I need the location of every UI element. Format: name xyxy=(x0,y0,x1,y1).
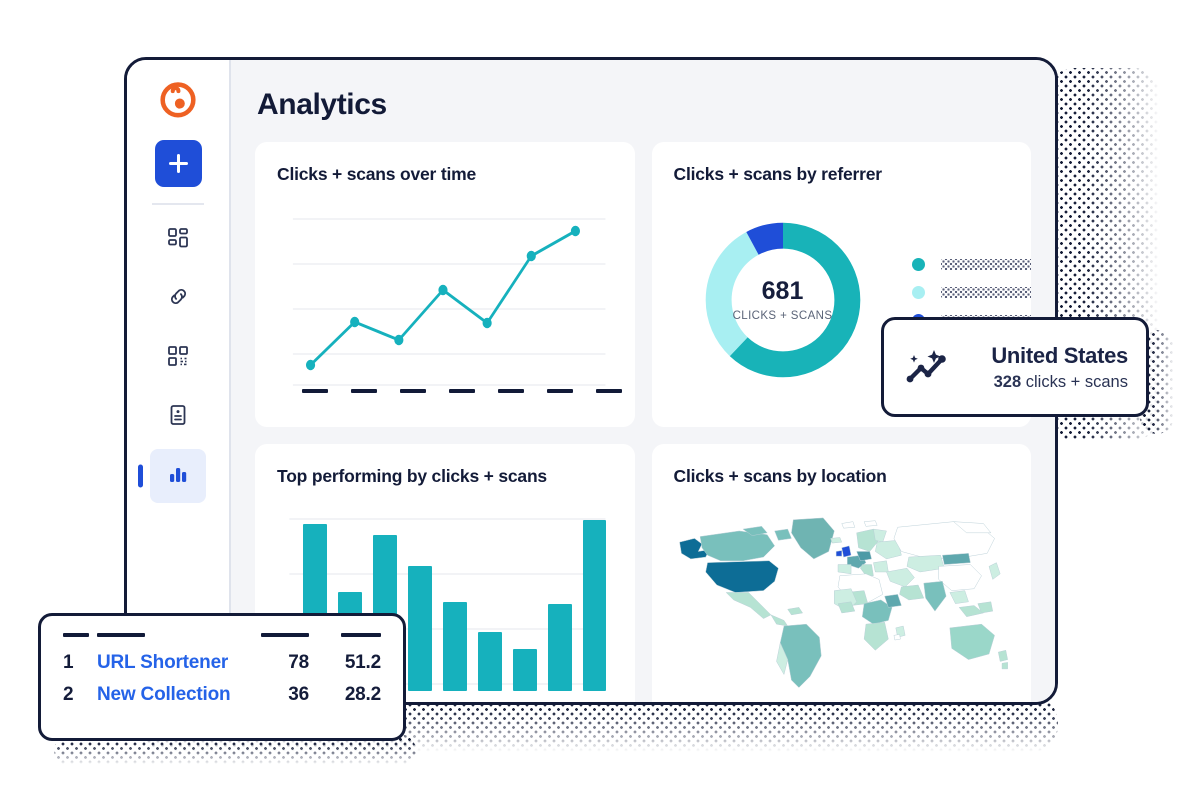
sidebar-item-analytics[interactable] xyxy=(138,449,206,503)
x-axis-label-redacted xyxy=(547,389,573,393)
cell-rank: 1 xyxy=(63,652,74,673)
id-card-icon xyxy=(168,404,188,431)
legend-color-swatch xyxy=(911,286,925,299)
card-title-bar: Top performing by clicks + scans xyxy=(277,466,547,486)
clicks-by-location-card: Clicks + scans by location xyxy=(651,444,1031,702)
x-axis-label-redacted xyxy=(596,389,622,393)
table-header xyxy=(63,633,381,647)
x-axis-label-redacted xyxy=(351,389,377,393)
world-map-svg xyxy=(678,517,1008,688)
donut-holder: 681 CLICKS + SCANS xyxy=(698,215,868,385)
tooltip-country: United States xyxy=(991,342,1128,368)
sparkle-trendline-icon xyxy=(902,347,952,387)
tooltip-metric-value: 328 xyxy=(993,372,1022,391)
bar[interactable] xyxy=(407,565,432,691)
tooltip-metric: 328 clicks + scans xyxy=(958,373,1128,392)
legend-item[interactable] xyxy=(911,258,1031,271)
country-tooltip-card[interactable]: United States 328 clicks + scans xyxy=(881,317,1149,417)
sidebar-item-pages[interactable] xyxy=(150,390,206,444)
sidebar xyxy=(127,60,231,702)
line-chart xyxy=(277,189,622,411)
bar[interactable] xyxy=(477,632,502,691)
page-title: Analytics xyxy=(257,88,387,121)
active-indicator xyxy=(138,464,143,488)
cell-rank: 2 xyxy=(63,684,74,705)
line-chart-svg xyxy=(292,218,606,386)
dashboard-grid-icon xyxy=(167,227,189,254)
column-header-rank xyxy=(63,633,97,647)
card-title-line: Clicks + scans over time xyxy=(277,164,476,184)
bar[interactable] xyxy=(442,601,467,691)
x-axis-label-redacted xyxy=(400,389,426,393)
x-axis-label-redacted xyxy=(498,389,524,393)
legend-color-swatch xyxy=(911,258,925,271)
cell-name[interactable]: URL Shortener xyxy=(97,647,247,679)
table-body: 1 URL Shortener 78 51.2 2 New Collection… xyxy=(63,647,381,711)
legend-label-redacted xyxy=(940,287,1031,298)
sidebar-divider xyxy=(152,203,204,205)
column-header-rate xyxy=(309,633,381,647)
cell-name[interactable]: New Collection xyxy=(97,679,247,711)
qr-code-icon xyxy=(167,345,189,372)
top-links-table-card: 1 URL Shortener 78 51.2 2 New Collection… xyxy=(38,613,406,741)
table-header-row xyxy=(63,633,381,647)
screenshot-stage: Analytics Clicks + scans over time Click… xyxy=(0,0,1200,800)
table-row[interactable]: 2 New Collection 36 28.2 xyxy=(63,679,381,711)
column-header-clicks xyxy=(247,633,309,647)
line-series xyxy=(309,229,577,367)
card-title-map: Clicks + scans by location xyxy=(673,466,887,486)
sidebar-item-qr-codes[interactable] xyxy=(150,331,206,385)
create-new-button[interactable] xyxy=(154,140,202,187)
tooltip-text: United States 328 clicks + scans xyxy=(958,343,1128,392)
cell-rate: 28.2 xyxy=(344,684,381,705)
legend-label-redacted xyxy=(940,259,1031,270)
bar[interactable] xyxy=(512,649,537,691)
x-axis-label-redacted xyxy=(302,389,328,393)
link-chain-icon xyxy=(167,285,190,313)
x-axis-label-redacted xyxy=(449,389,475,393)
top-links-table: 1 URL Shortener 78 51.2 2 New Collection… xyxy=(63,633,381,711)
clicks-over-time-card: Clicks + scans over time xyxy=(255,142,635,427)
bar[interactable] xyxy=(547,603,572,691)
sidebar-item-dashboard[interactable] xyxy=(150,213,206,267)
cell-clicks: 36 xyxy=(288,684,309,705)
bar[interactable] xyxy=(582,520,607,691)
card-title-donut: Clicks + scans by referrer xyxy=(673,164,883,184)
world-map xyxy=(674,491,1010,702)
plus-icon xyxy=(168,154,188,173)
line-points xyxy=(305,225,581,371)
legend-item[interactable] xyxy=(911,286,1031,299)
sidebar-item-links[interactable] xyxy=(150,272,206,326)
tooltip-metric-label: clicks + scans xyxy=(1025,372,1128,391)
donut-svg xyxy=(705,222,860,378)
gridlines xyxy=(292,218,606,386)
cell-rate: 51.2 xyxy=(344,652,381,673)
column-header-name xyxy=(97,633,247,647)
table-row[interactable]: 1 URL Shortener 78 51.2 xyxy=(63,647,381,679)
cell-clicks: 78 xyxy=(288,652,309,673)
bar-chart-icon xyxy=(167,464,189,489)
donut-segment-3 xyxy=(705,222,860,378)
bitly-logo-icon[interactable] xyxy=(157,78,199,120)
